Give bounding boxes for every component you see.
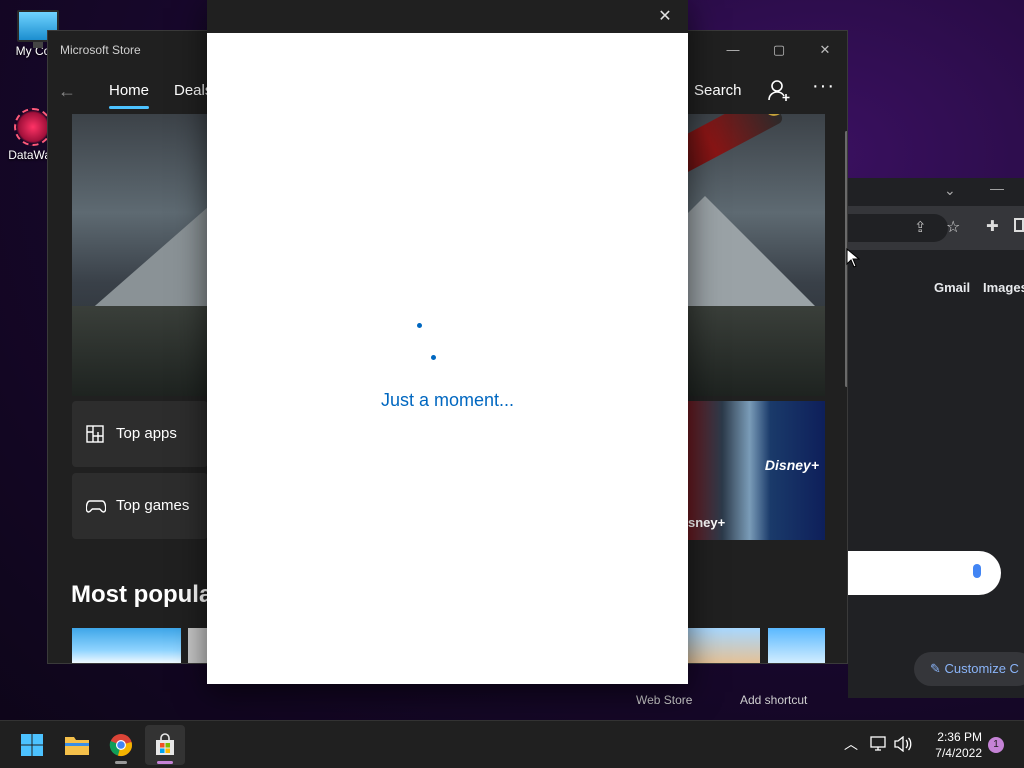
promo-caption: sney+ [688, 515, 726, 530]
loading-spinner-dot [417, 323, 422, 328]
network-icon[interactable] [870, 736, 888, 752]
minimize-icon[interactable]: — [990, 180, 1004, 196]
chevron-down-icon[interactable]: ⌄ [944, 182, 956, 199]
loading-spinner-dot [431, 355, 436, 360]
pencil-icon: ✎ [930, 661, 945, 676]
volume-icon[interactable] [894, 736, 912, 752]
mouse-cursor-icon [846, 248, 860, 268]
chrome-titlebar: ⌄ — [848, 178, 1024, 206]
customize-chrome-button[interactable]: ✎ Customize C [914, 652, 1024, 686]
images-link[interactable]: Images [983, 280, 1024, 295]
notification-badge[interactable]: 1 [988, 737, 1004, 753]
customize-label: Customize C [944, 661, 1019, 676]
disney-plus-logo: Disney+ [764, 457, 819, 473]
gmail-link[interactable]: Gmail [934, 280, 970, 295]
loading-text: Just a moment... [380, 390, 515, 410]
add-shortcut[interactable]: Add shortcut [740, 693, 807, 707]
chrome-taskbar-button[interactable] [101, 725, 141, 765]
top-apps-label: Top apps [116, 425, 177, 442]
address-bar[interactable] [848, 214, 948, 242]
share-icon[interactable]: ⇪ [914, 218, 927, 236]
store-bag-icon [156, 733, 174, 755]
tab-home[interactable]: Home [109, 82, 150, 109]
sign-in-dialog: ✕ Just a moment... [207, 0, 688, 684]
app-thumbnail[interactable] [72, 628, 181, 663]
clock-time: 2:36 PM [937, 730, 982, 744]
top-apps-tile[interactable]: Top apps [72, 401, 208, 467]
grid-icon [86, 425, 104, 443]
gamepad-icon [86, 500, 106, 513]
chrome-window: ⌄ — ⇪ ☆ ✚ Gmail Images [848, 178, 1024, 698]
app-thumbnail[interactable] [768, 628, 825, 663]
chrome-icon [109, 734, 132, 756]
running-indicator [115, 761, 127, 764]
chrome-newtab: Gmail Images [848, 250, 1024, 698]
store-app-title: Microsoft Store [60, 43, 141, 57]
maximize-button[interactable]: ▢ [764, 39, 794, 61]
taskbar: ︿ 2:36 PM 7/4/2022 1 [0, 720, 1024, 768]
disney-plus-promo[interactable]: Disney+ sney+ [688, 401, 825, 540]
google-search-box[interactable] [848, 551, 1001, 595]
add-account-icon[interactable] [766, 78, 792, 104]
file-explorer-button[interactable] [57, 725, 97, 765]
search-button[interactable]: Search [694, 82, 742, 99]
minimize-button[interactable]: — [718, 39, 748, 61]
close-button[interactable]: ✕ [810, 39, 840, 61]
store-taskbar-button[interactable] [145, 725, 185, 765]
star-icon[interactable]: ☆ [946, 217, 960, 237]
more-options-button[interactable]: ··· [812, 75, 838, 101]
chevron-up-icon[interactable]: ︿ [844, 734, 858, 754]
clock[interactable]: 2:36 PM 7/4/2022 [924, 729, 982, 761]
section-title: Most popula [71, 581, 213, 608]
folder-icon [65, 737, 89, 755]
sidepanel-icon[interactable] [1014, 218, 1024, 232]
mic-icon[interactable] [973, 564, 981, 578]
dialog-titlebar: ✕ [207, 0, 688, 33]
web-store-shortcut[interactable]: Web Store [636, 693, 692, 707]
back-arrow-icon[interactable]: ← [58, 81, 84, 105]
extensions-icon[interactable]: ✚ [986, 217, 999, 235]
app-thumbnail[interactable] [688, 628, 760, 663]
top-games-tile[interactable]: Top games [72, 473, 208, 539]
windows-logo-icon [21, 734, 43, 756]
start-button[interactable] [12, 725, 52, 765]
clock-date: 7/4/2022 [935, 746, 982, 760]
chrome-address-row: ⇪ ☆ ✚ [848, 206, 1024, 250]
close-icon[interactable]: ✕ [654, 6, 676, 28]
top-games-label: Top games [116, 497, 190, 514]
app-thumbnail[interactable] [188, 628, 208, 663]
running-indicator [157, 761, 173, 764]
